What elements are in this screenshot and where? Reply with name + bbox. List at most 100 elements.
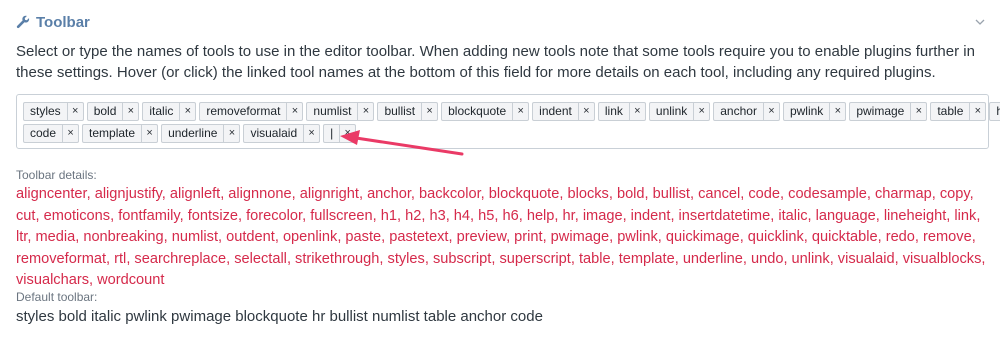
- tool-link[interactable]: visualblocks: [903, 251, 982, 267]
- tool-link[interactable]: fontsize: [188, 208, 238, 224]
- toolbar-panel-header[interactable]: Toolbar: [16, 11, 986, 33]
- tool-link[interactable]: h5: [478, 208, 494, 224]
- close-icon[interactable]: ×: [512, 103, 528, 120]
- tool-link[interactable]: selectall: [234, 251, 287, 267]
- chevron-down-icon[interactable]: [974, 16, 986, 28]
- close-icon[interactable]: ×: [577, 103, 594, 120]
- tool-link[interactable]: rtl: [114, 251, 126, 267]
- toolbar-token[interactable]: pwimage ×: [849, 102, 928, 121]
- toolbar-token[interactable]: table ×: [930, 102, 987, 121]
- tool-link[interactable]: preview: [457, 229, 506, 245]
- tool-link[interactable]: lineheight: [884, 208, 946, 224]
- toolbar-token[interactable]: visualaid ×: [243, 124, 321, 143]
- close-icon[interactable]: ×: [179, 103, 195, 120]
- tool-link[interactable]: italic: [778, 208, 807, 224]
- tool-link[interactable]: h4: [454, 208, 470, 224]
- toolbar-token[interactable]: template ×: [82, 124, 159, 143]
- toolbar-tokens-input[interactable]: styles × bold × italic × removeformat × numlist ×…: [16, 94, 1000, 149]
- toolbar-token[interactable]: bold ×: [86, 102, 140, 121]
- toolbar-token[interactable]: styles ×: [23, 102, 84, 121]
- tool-link[interactable]: pwimage: [551, 229, 609, 245]
- close-icon[interactable]: ×: [357, 103, 373, 120]
- tool-link[interactable]: paste: [345, 229, 381, 245]
- tool-link[interactable]: cancel: [698, 186, 740, 202]
- tool-link[interactable]: remove: [923, 229, 972, 245]
- tool-link[interactable]: copy: [940, 186, 970, 202]
- tool-link[interactable]: alignright: [300, 186, 359, 202]
- tool-link[interactable]: emoticons: [44, 208, 111, 224]
- tool-link[interactable]: quickimage: [666, 229, 740, 245]
- tool-link[interactable]: visualaid: [838, 251, 895, 267]
- close-icon[interactable]: ×: [286, 103, 302, 120]
- close-icon[interactable]: ×: [122, 103, 138, 120]
- toolbar-token[interactable]: anchor ×: [713, 102, 780, 121]
- tool-link[interactable]: nonbreaking: [83, 229, 163, 245]
- tool-link[interactable]: unlink: [792, 251, 830, 267]
- toolbar-token[interactable]: code ×: [23, 124, 80, 143]
- tool-link[interactable]: blocks: [567, 186, 608, 202]
- tool-link[interactable]: cut: [16, 208, 35, 224]
- tool-link[interactable]: h3: [429, 208, 445, 224]
- toolbar-token[interactable]: blockquote ×: [441, 102, 530, 121]
- tool-link[interactable]: fullscreen: [310, 208, 372, 224]
- toolbar-token[interactable]: pwlink ×: [782, 102, 847, 121]
- tool-link[interactable]: wordcount: [97, 272, 164, 288]
- tool-link[interactable]: openlink: [283, 229, 337, 245]
- toolbar-token[interactable]: bullist ×: [377, 102, 439, 121]
- close-icon[interactable]: ×: [66, 103, 83, 120]
- tool-link[interactable]: subscript: [433, 251, 491, 267]
- tool-link[interactable]: fontfamily: [118, 208, 179, 224]
- tool-link[interactable]: image: [583, 208, 623, 224]
- close-icon[interactable]: ×: [303, 125, 319, 142]
- tool-link[interactable]: underline: [683, 251, 743, 267]
- tool-link[interactable]: undo: [751, 251, 783, 267]
- toolbar-token[interactable]: italic ×: [142, 102, 197, 121]
- tool-link[interactable]: indent: [631, 208, 671, 224]
- tool-link[interactable]: alignleft: [170, 186, 220, 202]
- tool-link[interactable]: anchor: [367, 186, 411, 202]
- tool-link[interactable]: searchreplace: [134, 251, 226, 267]
- tool-link[interactable]: quicktable: [812, 229, 878, 245]
- close-icon[interactable]: ×: [628, 103, 645, 120]
- close-icon[interactable]: ×: [762, 103, 779, 120]
- tool-link[interactable]: backcolor: [419, 186, 481, 202]
- tool-link[interactable]: bullist: [653, 186, 690, 202]
- tool-link[interactable]: help: [527, 208, 555, 224]
- tool-link[interactable]: code: [748, 186, 780, 202]
- close-icon[interactable]: ×: [969, 103, 985, 120]
- tool-link[interactable]: ltr: [16, 229, 27, 245]
- close-icon[interactable]: ×: [141, 125, 157, 142]
- tool-link[interactable]: outdent: [226, 229, 275, 245]
- tool-link[interactable]: numlist: [172, 229, 218, 245]
- toolbar-token[interactable]: removeformat ×: [199, 102, 304, 121]
- tool-link[interactable]: template: [619, 251, 675, 267]
- tool-link[interactable]: styles: [388, 251, 425, 267]
- tool-link[interactable]: media: [35, 229, 75, 245]
- tool-link[interactable]: alignnone: [228, 186, 291, 202]
- tool-link[interactable]: aligncenter: [16, 186, 87, 202]
- tool-link[interactable]: charmap: [875, 186, 932, 202]
- toolbar-token[interactable]: hr×: [989, 102, 1000, 121]
- toolbar-token[interactable]: link ×: [597, 102, 646, 121]
- tool-link[interactable]: h2: [405, 208, 421, 224]
- tool-link[interactable]: print: [514, 229, 542, 245]
- tool-link[interactable]: codesample: [788, 186, 867, 202]
- tool-link[interactable]: quicklink: [748, 229, 804, 245]
- tool-link[interactable]: pwlink: [617, 229, 658, 245]
- tool-link[interactable]: insertdatetime: [679, 208, 771, 224]
- tool-link[interactable]: h1: [381, 208, 397, 224]
- tool-link[interactable]: link: [954, 208, 976, 224]
- tool-link[interactable]: h6: [502, 208, 518, 224]
- toolbar-token[interactable]: underline ×: [161, 124, 241, 143]
- close-icon[interactable]: ×: [693, 103, 709, 120]
- toolbar-token[interactable]: numlist ×: [306, 102, 375, 121]
- tool-link[interactable]: forecolor: [246, 208, 302, 224]
- close-icon[interactable]: ×: [910, 103, 926, 120]
- toolbar-token[interactable]: indent ×: [532, 102, 595, 121]
- toolbar-token[interactable]: unlink ×: [648, 102, 711, 121]
- close-icon[interactable]: ×: [829, 103, 845, 120]
- close-icon[interactable]: ×: [223, 125, 239, 142]
- tool-link[interactable]: bold: [617, 186, 645, 202]
- tool-link[interactable]: redo: [886, 229, 915, 245]
- tool-link[interactable]: removeformat: [16, 251, 106, 267]
